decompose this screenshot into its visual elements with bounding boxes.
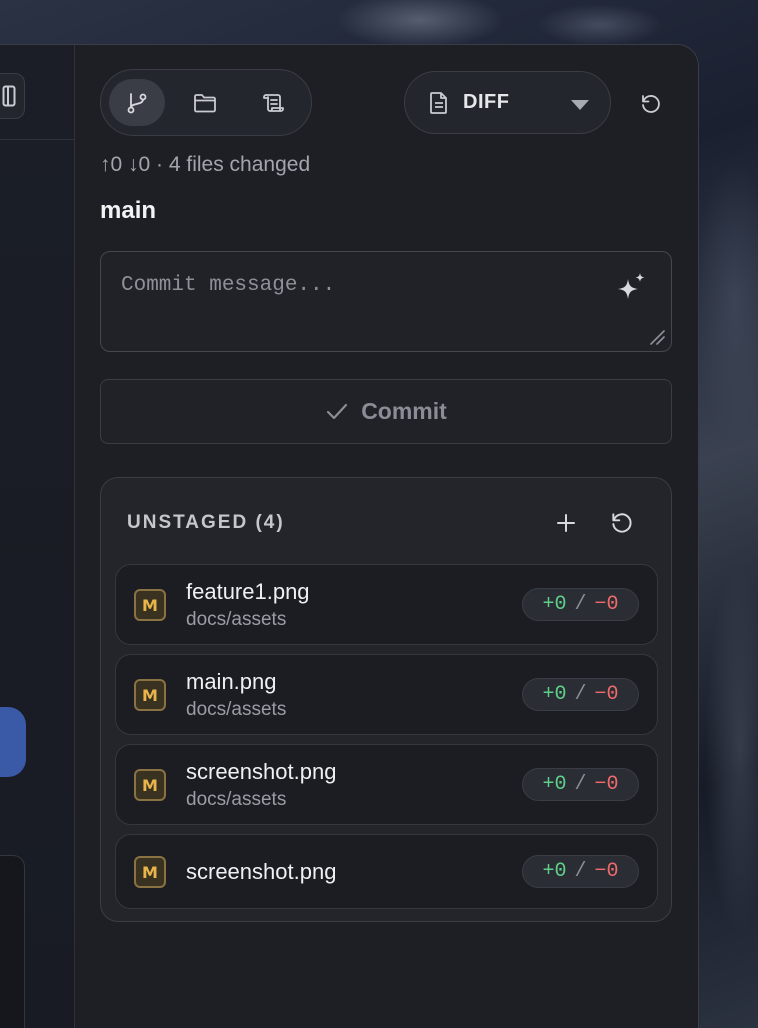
view-mode-select[interactable]: DIFF	[404, 71, 611, 134]
git-panel: DIFF ↑0 ↓0 · 4 files changed main Commit…	[76, 45, 698, 1028]
resize-handle-icon[interactable]	[649, 329, 665, 345]
tab-history[interactable]	[245, 79, 301, 126]
document-icon	[430, 91, 447, 114]
app-window: DIFF ↑0 ↓0 · 4 files changed main Commit…	[0, 44, 699, 1028]
git-branch-icon	[127, 92, 147, 113]
diff-separator: /	[574, 773, 587, 796]
lines-removed: −0	[594, 860, 619, 883]
file-name: screenshot.png	[186, 859, 337, 884]
generate-message-button[interactable]	[617, 272, 647, 302]
list-item[interactable]: M screenshot.png docs/assets +0 / −0	[115, 744, 658, 825]
diff-stat: +0 / −0	[522, 768, 639, 801]
lines-added: +0	[542, 593, 567, 616]
left-toolbar	[0, 45, 75, 140]
commit-message-box	[100, 251, 672, 352]
checkmark-icon	[327, 403, 348, 419]
scroll-icon	[263, 93, 284, 112]
list-item[interactable]: M main.png docs/assets +0 / −0	[115, 654, 658, 735]
mode-switcher	[100, 69, 312, 136]
modified-badge: M	[134, 856, 166, 888]
list-item[interactable]: M screenshot.png +0 / −0	[115, 834, 658, 909]
lines-added: +0	[542, 773, 567, 796]
lines-removed: −0	[594, 683, 619, 706]
diff-stat: +0 / −0	[522, 588, 639, 621]
tab-source-control[interactable]	[109, 79, 165, 126]
plus-icon	[557, 514, 575, 532]
commit-button-label: Commit	[361, 398, 447, 424]
folder-icon	[194, 93, 216, 112]
diff-stat: +0 / −0	[522, 678, 639, 711]
modified-badge: M	[134, 589, 166, 621]
diff-separator: /	[574, 860, 587, 883]
diff-stat: +0 / −0	[522, 855, 639, 888]
chat-bubble[interactable]	[0, 707, 26, 777]
file-path: docs/assets	[186, 609, 287, 630]
commit-button[interactable]: Commit	[100, 379, 672, 444]
sidebar-icon	[2, 85, 16, 107]
discard-all-button[interactable]	[609, 510, 635, 536]
commit-message-input[interactable]	[121, 270, 581, 300]
modified-badge: M	[134, 769, 166, 801]
branch-name: main	[100, 197, 157, 224]
diff-separator: /	[574, 683, 587, 706]
lines-removed: −0	[594, 773, 619, 796]
refresh-icon	[642, 95, 660, 113]
stage-all-button[interactable]	[553, 510, 579, 536]
tab-files[interactable]	[177, 79, 233, 126]
refresh-icon	[612, 513, 632, 533]
file-path: docs/assets	[186, 789, 287, 810]
unstaged-section: UNSTAGED (4) M feature1.png docs/assets …	[100, 477, 672, 922]
chevron-down-icon	[571, 100, 589, 110]
lines-added: +0	[542, 683, 567, 706]
sparkle-icon	[618, 273, 645, 299]
modified-badge: M	[134, 679, 166, 711]
left-pane	[0, 45, 75, 1028]
sync-status: ↑0 ↓0 · 4 files changed	[100, 153, 311, 176]
list-item[interactable]: M feature1.png docs/assets +0 / −0	[115, 564, 658, 645]
file-name: main.png	[186, 669, 277, 694]
file-name: screenshot.png	[186, 759, 337, 784]
file-path: docs/assets	[186, 699, 287, 720]
file-name: feature1.png	[186, 579, 310, 604]
refresh-button[interactable]	[636, 89, 666, 119]
lines-removed: −0	[594, 593, 619, 616]
sidebar-toggle-button[interactable]	[0, 73, 25, 119]
diff-separator: /	[574, 593, 587, 616]
lines-added: +0	[542, 860, 567, 883]
section-title: UNSTAGED (4)	[127, 512, 285, 533]
view-mode-label: DIFF	[463, 91, 510, 113]
editor-panel	[0, 855, 25, 1028]
